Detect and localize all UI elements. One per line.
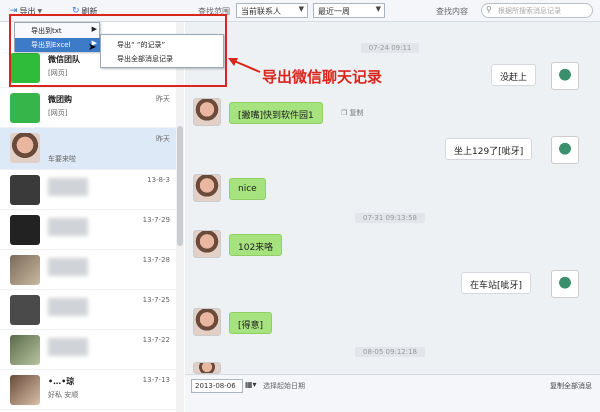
search-input[interactable]: ⚲ 根据所搜索消息记录 [481, 3, 593, 18]
avatar [193, 362, 221, 374]
chevron-down-icon: ▼ [375, 5, 381, 13]
message-bubble: 坐上129了[呲牙] [445, 138, 533, 160]
groupbuy-icon [10, 93, 40, 123]
message-bubble: 102来咯 [229, 234, 283, 256]
chevron-down-icon: ▼ [298, 5, 304, 13]
avatar [551, 270, 579, 298]
content-label: 查找内容 [436, 7, 468, 16]
avatar [551, 62, 579, 90]
period-select[interactable]: 最近一周 ▼ [313, 3, 385, 18]
blurred-name [48, 178, 88, 196]
blurred-name [48, 218, 88, 236]
message-bubble: [得意] [229, 312, 273, 334]
contact-item-weituangou[interactable]: 微团购 [网页] 昨天 [0, 88, 176, 128]
avatar [10, 335, 40, 365]
highlight-box [9, 14, 227, 87]
avatar [193, 308, 221, 336]
copy-button[interactable]: ❐ 复制 [341, 108, 364, 118]
time-separator: 08-05 09:12:18 [185, 347, 595, 357]
avatar [10, 175, 40, 205]
avatar [193, 230, 221, 258]
blurred-name [48, 298, 88, 316]
avatar [193, 174, 221, 202]
copy-all-button[interactable]: 复制全部消息 [550, 381, 592, 391]
calendar-icon[interactable]: ▦▾ [245, 380, 257, 389]
contact-item[interactable]: 13-7-25 [0, 290, 176, 330]
contact-item-selected[interactable]: 车要来啦 昨天 [0, 128, 176, 170]
start-date-field[interactable]: 2013-08-06 [191, 379, 243, 393]
avatar [10, 255, 40, 285]
time-separator: 07-31 09:13:58 [185, 213, 595, 223]
contact-range-select[interactable]: 当前联系人 ▼ [236, 3, 308, 18]
contact-item[interactable]: 13-7-28 [0, 250, 176, 290]
avatar [10, 133, 40, 163]
contact-item[interactable]: 13-7-29 [0, 210, 176, 250]
blurred-name [48, 258, 88, 276]
contact-item[interactable]: 13-8-3 [0, 170, 176, 210]
avatar [193, 98, 221, 126]
contact-item[interactable]: 13-7-22 [0, 330, 176, 370]
time-separator: 07-24 09:11 [185, 43, 595, 53]
message-bubble: nice [229, 178, 266, 200]
annotation-text: 导出微信聊天记录 [262, 68, 383, 86]
annotation-arrow [228, 58, 261, 73]
avatar [10, 215, 40, 245]
search-icon: ⚲ [486, 5, 492, 14]
status-bar: 2013-08-06 ▦▾ 选择起始日期 复制全部消息 [185, 374, 600, 412]
avatar [10, 295, 40, 325]
blurred-name [48, 338, 88, 356]
scrollbar-thumb[interactable] [177, 126, 183, 246]
avatar [10, 375, 40, 405]
contact-item[interactable]: •…•琼 好私 安顺 13-7-13 [0, 370, 176, 410]
message-bubble: 在车站[呲牙] [461, 272, 532, 294]
avatar [551, 136, 579, 164]
copy-icon: ❐ [341, 109, 350, 117]
message-bubble: 没赶上 [491, 64, 537, 86]
message-bubble: [撇嘴]快到软件园1 [229, 102, 323, 124]
